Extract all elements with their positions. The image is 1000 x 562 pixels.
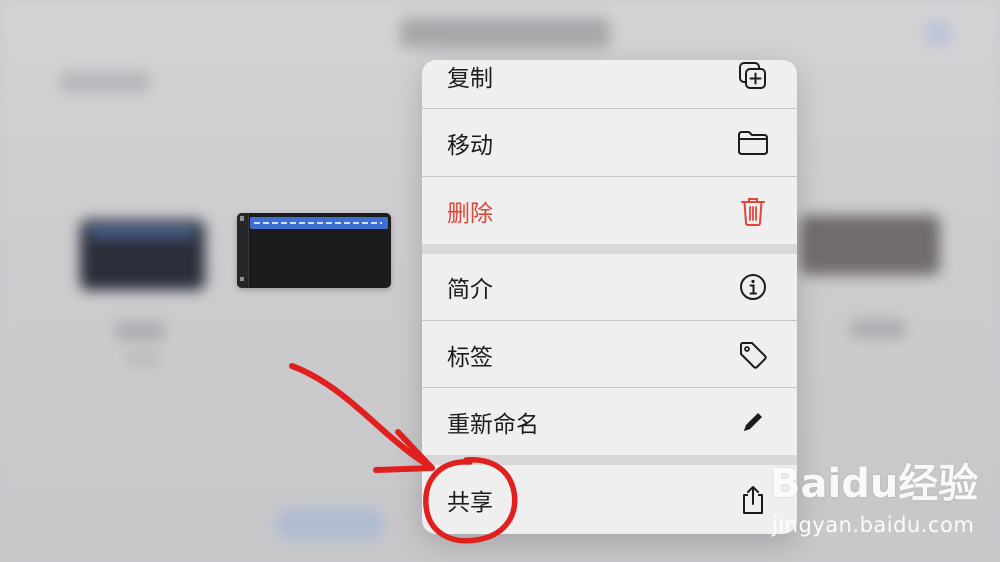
menu-item-duplicate[interactable]: 复制 <box>422 60 797 109</box>
background-breadcrumb <box>60 72 150 92</box>
menu-item-label: 删除 <box>447 201 493 227</box>
menu-item-label: 移动 <box>447 133 493 159</box>
share-icon <box>737 484 769 516</box>
menu-item-delete[interactable]: 删除 <box>422 178 797 244</box>
background-file-caption <box>125 352 160 366</box>
info-icon <box>737 271 769 303</box>
baidu-watermark: Baidu经验 jingyan.baidu.com <box>770 455 995 545</box>
preview-gutter <box>237 213 249 288</box>
menu-item-info[interactable]: 简介 <box>422 254 797 321</box>
menu-item-tags[interactable]: 标签 <box>422 322 797 388</box>
watermark-url: jingyan.baidu.com <box>772 513 975 537</box>
preview-selected-line <box>250 217 388 229</box>
menu-section-gap <box>422 455 797 465</box>
trash-icon <box>737 195 769 227</box>
background-file-caption <box>850 320 905 338</box>
menu-item-label: 标签 <box>447 344 493 371</box>
folder-icon <box>737 127 769 159</box>
menu-item-label: 复制 <box>447 66 493 92</box>
background-pill-button <box>275 508 385 540</box>
context-menu: 复制 移动 删除 简介 标签 重新命名 共享 <box>422 60 797 534</box>
watermark-logo: Baidu经验 <box>770 455 978 507</box>
background-file-caption <box>115 322 165 340</box>
file-preview <box>237 213 391 288</box>
menu-item-label: 共享 <box>447 489 493 516</box>
tag-icon <box>737 339 769 371</box>
background-file-thumbnail <box>80 220 205 290</box>
menu-item-label: 重新命名 <box>447 412 539 438</box>
background-title <box>400 18 610 48</box>
menu-item-rename[interactable]: 重新命名 <box>422 389 797 455</box>
background-toolbar-button <box>925 20 951 46</box>
background-file-thumbnail <box>800 215 940 275</box>
pencil-icon <box>737 406 769 438</box>
menu-item-move[interactable]: 移动 <box>422 110 797 177</box>
menu-section-gap <box>422 244 797 254</box>
duplicate-icon <box>737 60 769 92</box>
watermark-brand: Baidu经验 <box>770 461 979 507</box>
menu-item-share[interactable]: 共享 <box>422 465 797 534</box>
menu-item-label: 简介 <box>447 277 493 303</box>
